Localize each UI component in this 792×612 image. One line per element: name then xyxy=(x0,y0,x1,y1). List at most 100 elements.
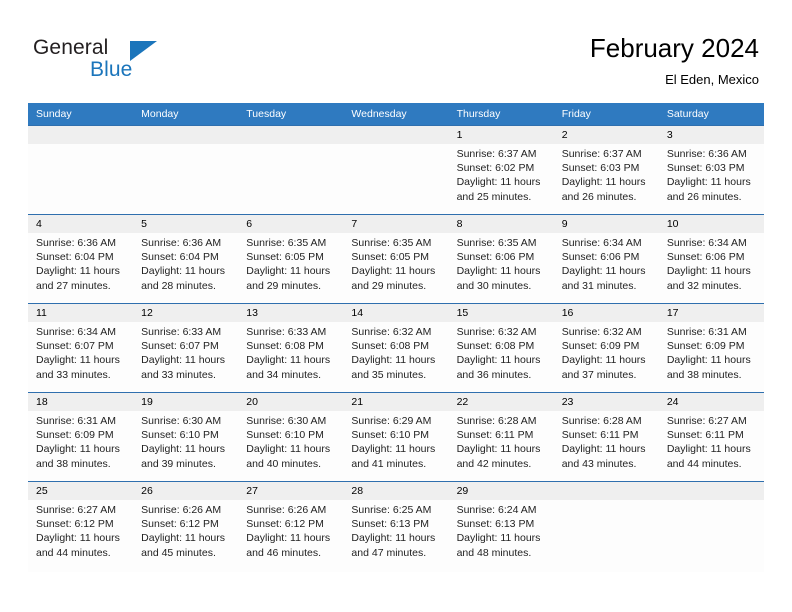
day-cell[interactable]: Sunrise: 6:32 AM Sunset: 6:08 PM Dayligh… xyxy=(449,322,554,392)
day-number[interactable]: 14 xyxy=(343,304,448,322)
sunrise-text: Sunrise: 6:34 AM xyxy=(666,237,747,249)
week-row: 25 26 27 28 29 Sunrise: 6:27 AM Sunset: … xyxy=(28,481,764,572)
day-cell[interactable]: Sunrise: 6:24 AM Sunset: 6:13 PM Dayligh… xyxy=(449,500,554,572)
day-number[interactable] xyxy=(554,482,659,500)
daylight-text-line1: Daylight: 11 hours xyxy=(36,354,120,367)
day-cell[interactable]: Sunrise: 6:33 AM Sunset: 6:07 PM Dayligh… xyxy=(133,322,238,392)
day-cell[interactable]: Sunrise: 6:33 AM Sunset: 6:08 PM Dayligh… xyxy=(238,322,343,392)
day-number[interactable]: 5 xyxy=(133,215,238,233)
day-cell[interactable] xyxy=(659,500,764,572)
day-number[interactable] xyxy=(28,126,133,144)
day-number[interactable]: 11 xyxy=(28,304,133,322)
day-cell[interactable]: Sunrise: 6:26 AM Sunset: 6:12 PM Dayligh… xyxy=(238,500,343,572)
day-number[interactable] xyxy=(659,482,764,500)
day-cell[interactable]: Sunrise: 6:36 AM Sunset: 6:04 PM Dayligh… xyxy=(133,233,238,303)
day-cell[interactable]: Sunrise: 6:27 AM Sunset: 6:12 PM Dayligh… xyxy=(28,500,133,572)
day-cell[interactable]: Sunrise: 6:25 AM Sunset: 6:13 PM Dayligh… xyxy=(343,500,448,572)
day-number[interactable]: 12 xyxy=(133,304,238,322)
day-cell[interactable]: Sunrise: 6:27 AM Sunset: 6:11 PM Dayligh… xyxy=(659,411,764,481)
weekday-header-monday: Monday xyxy=(141,108,179,120)
day-cell[interactable]: Sunrise: 6:26 AM Sunset: 6:12 PM Dayligh… xyxy=(133,500,238,572)
sunset-text: Sunset: 6:08 PM xyxy=(351,340,430,353)
weekday-header-tuesday: Tuesday xyxy=(246,108,287,120)
day-cell[interactable]: Sunrise: 6:37 AM Sunset: 6:02 PM Dayligh… xyxy=(449,144,554,214)
day-cell[interactable] xyxy=(238,144,343,214)
sunrise-text: Sunrise: 6:29 AM xyxy=(351,415,432,427)
day-cell[interactable]: Sunrise: 6:36 AM Sunset: 6:04 PM Dayligh… xyxy=(28,233,133,303)
day-cell[interactable] xyxy=(343,144,448,214)
day-cell[interactable] xyxy=(28,144,133,214)
general-blue-logo[interactable]: General Blue xyxy=(33,36,203,88)
daylight-text-line1: Daylight: 11 hours xyxy=(456,265,541,278)
day-number[interactable]: 3 xyxy=(659,126,764,144)
sunset-text: Sunset: 6:03 PM xyxy=(666,162,745,175)
day-number[interactable]: 20 xyxy=(238,393,343,411)
day-number[interactable]: 26 xyxy=(133,482,238,500)
daylight-text-line1: Daylight: 11 hours xyxy=(351,265,436,278)
day-number[interactable] xyxy=(238,126,343,144)
day-number[interactable]: 27 xyxy=(238,482,343,500)
day-cell[interactable]: Sunrise: 6:31 AM Sunset: 6:09 PM Dayligh… xyxy=(28,411,133,481)
day-cell[interactable]: Sunrise: 6:31 AM Sunset: 6:09 PM Dayligh… xyxy=(659,322,764,392)
weekday-header-wednesday: Wednesday xyxy=(351,108,407,120)
sunrise-text: Sunrise: 6:25 AM xyxy=(351,504,432,516)
day-cell[interactable]: Sunrise: 6:37 AM Sunset: 6:03 PM Dayligh… xyxy=(554,144,659,214)
day-cell[interactable]: Sunrise: 6:28 AM Sunset: 6:11 PM Dayligh… xyxy=(554,411,659,481)
daylight-text-line1: Daylight: 11 hours xyxy=(36,265,120,278)
daylight-text-line1: Daylight: 11 hours xyxy=(456,176,541,189)
day-number[interactable]: 19 xyxy=(133,393,238,411)
daylight-text-line2: and 33 minutes. xyxy=(141,368,216,381)
day-cell[interactable]: Sunrise: 6:29 AM Sunset: 6:10 PM Dayligh… xyxy=(343,411,448,481)
daylight-text-line2: and 25 minutes. xyxy=(456,190,532,203)
daylight-text-line1: Daylight: 11 hours xyxy=(666,176,751,189)
day-cell[interactable] xyxy=(554,500,659,572)
sunrise-text: Sunrise: 6:28 AM xyxy=(456,415,537,427)
day-number[interactable]: 8 xyxy=(449,215,554,233)
day-cell[interactable] xyxy=(133,144,238,214)
day-number[interactable] xyxy=(133,126,238,144)
day-number[interactable]: 25 xyxy=(28,482,133,500)
triangle-flag-icon xyxy=(130,41,157,61)
day-cell[interactable]: Sunrise: 6:34 AM Sunset: 6:06 PM Dayligh… xyxy=(554,233,659,303)
day-number[interactable]: 29 xyxy=(449,482,554,500)
sunset-text: Sunset: 6:09 PM xyxy=(666,340,745,353)
day-cell[interactable]: Sunrise: 6:30 AM Sunset: 6:10 PM Dayligh… xyxy=(133,411,238,481)
sunset-text: Sunset: 6:12 PM xyxy=(141,518,219,531)
day-number[interactable]: 10 xyxy=(659,215,764,233)
day-cell[interactable]: Sunrise: 6:35 AM Sunset: 6:06 PM Dayligh… xyxy=(449,233,554,303)
daylight-text-line1: Daylight: 11 hours xyxy=(246,354,331,367)
daylight-text-line2: and 46 minutes. xyxy=(246,546,321,559)
day-number[interactable]: 13 xyxy=(238,304,343,322)
day-number[interactable]: 1 xyxy=(449,126,554,144)
day-number[interactable]: 17 xyxy=(659,304,764,322)
day-number[interactable]: 16 xyxy=(554,304,659,322)
day-number[interactable]: 24 xyxy=(659,393,764,411)
day-cell[interactable]: Sunrise: 6:30 AM Sunset: 6:10 PM Dayligh… xyxy=(238,411,343,481)
day-cell[interactable]: Sunrise: 6:28 AM Sunset: 6:11 PM Dayligh… xyxy=(449,411,554,481)
day-number[interactable] xyxy=(343,126,448,144)
day-cell[interactable]: Sunrise: 6:34 AM Sunset: 6:06 PM Dayligh… xyxy=(659,233,764,303)
day-number[interactable]: 22 xyxy=(449,393,554,411)
sunset-text: Sunset: 6:06 PM xyxy=(456,251,535,264)
day-number[interactable]: 9 xyxy=(554,215,659,233)
day-cell[interactable]: Sunrise: 6:32 AM Sunset: 6:08 PM Dayligh… xyxy=(343,322,448,392)
sunset-text: Sunset: 6:10 PM xyxy=(246,429,324,442)
day-cell[interactable]: Sunrise: 6:36 AM Sunset: 6:03 PM Dayligh… xyxy=(659,144,764,214)
sunrise-text: Sunrise: 6:34 AM xyxy=(36,326,116,338)
day-number[interactable]: 15 xyxy=(449,304,554,322)
day-number[interactable]: 23 xyxy=(554,393,659,411)
day-number[interactable]: 21 xyxy=(343,393,448,411)
week-row: 1 2 3 Sunrise: 6:37 AM Sunset: 6:02 PM D… xyxy=(28,125,764,214)
sunrise-text: Sunrise: 6:32 AM xyxy=(456,326,537,338)
day-number[interactable]: 18 xyxy=(28,393,133,411)
day-cell[interactable]: Sunrise: 6:35 AM Sunset: 6:05 PM Dayligh… xyxy=(238,233,343,303)
day-number[interactable]: 2 xyxy=(554,126,659,144)
day-cell[interactable]: Sunrise: 6:34 AM Sunset: 6:07 PM Dayligh… xyxy=(28,322,133,392)
day-number[interactable]: 6 xyxy=(238,215,343,233)
day-number[interactable]: 4 xyxy=(28,215,133,233)
day-number[interactable]: 7 xyxy=(343,215,448,233)
day-cell[interactable]: Sunrise: 6:32 AM Sunset: 6:09 PM Dayligh… xyxy=(554,322,659,392)
day-number[interactable]: 28 xyxy=(343,482,448,500)
weekday-header-sunday: Sunday xyxy=(36,108,72,120)
day-cell[interactable]: Sunrise: 6:35 AM Sunset: 6:05 PM Dayligh… xyxy=(343,233,448,303)
